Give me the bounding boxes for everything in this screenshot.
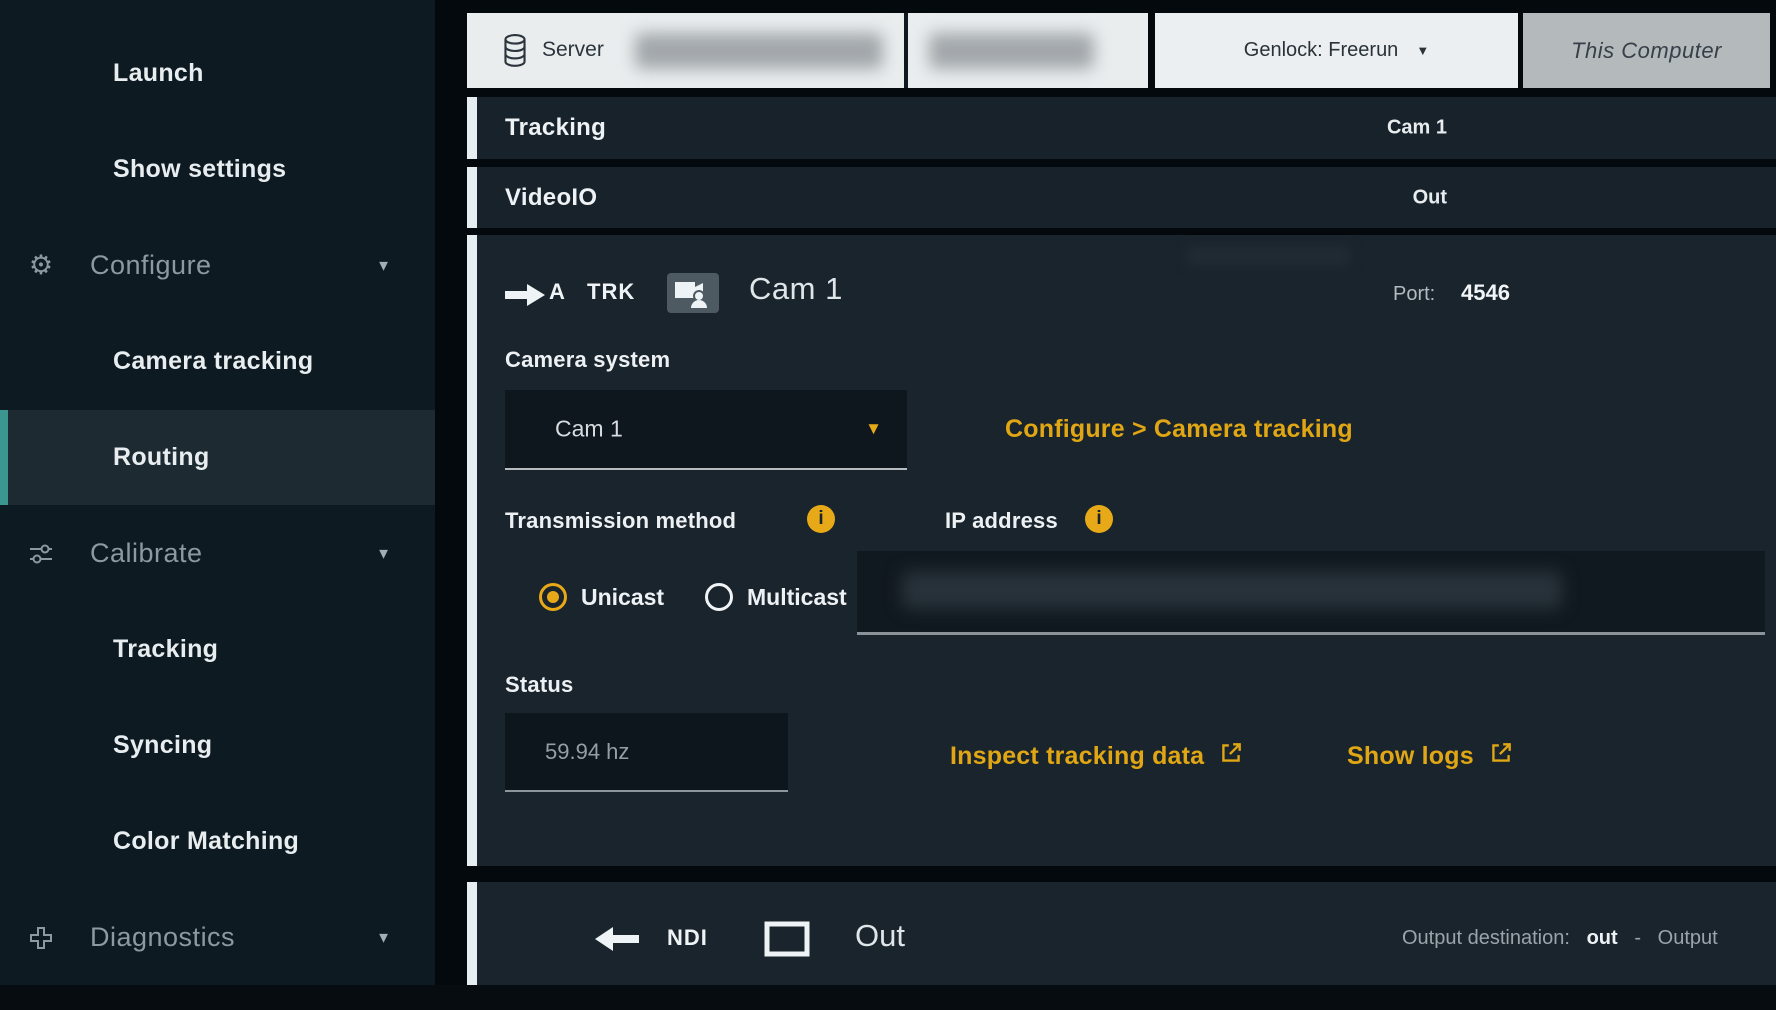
external-link-icon: [1218, 740, 1244, 773]
sidebar-item-syncing[interactable]: Syncing: [0, 698, 435, 793]
server-database-icon: [502, 33, 528, 74]
sidebar-group-calibrate[interactable]: Calibrate ▼: [0, 506, 435, 601]
device-name: Cam 1: [749, 271, 843, 307]
output-destination: Output destination: out - Output: [1402, 927, 1718, 950]
routing-row-tracking[interactable]: Tracking Cam 1: [467, 97, 1776, 159]
redacted-ip-address: [902, 571, 1562, 609]
monitor-icon: [763, 920, 811, 963]
sidebar-item-label: Camera tracking: [0, 347, 313, 376]
ndi-output-panel: NDI Out Output destination: out - Output: [467, 882, 1776, 985]
transmission-method-label: Transmission method: [505, 508, 736, 534]
info-glyph: i: [1096, 508, 1101, 530]
active-indicator-bar: [0, 410, 8, 505]
camera-system-select[interactable]: Cam 1 ▼: [505, 390, 907, 470]
sidebar-item-camera-tracking[interactable]: Camera tracking: [0, 314, 435, 409]
sidebar-item-label: Syncing: [0, 731, 212, 760]
row-label: Tracking: [505, 114, 606, 142]
chevron-down-icon: ▼: [376, 545, 391, 562]
output-name: Out: [855, 918, 905, 954]
output-destination-value: out: [1587, 927, 1618, 949]
link-label: Inspect tracking data: [950, 742, 1204, 771]
sidebar-item-show-settings[interactable]: Show settings: [0, 122, 435, 217]
row-value: Out: [1413, 186, 1447, 209]
sidebar-item-tracking[interactable]: Tracking: [0, 602, 435, 697]
row-value: Cam 1: [1387, 117, 1447, 140]
camera-system-value: Cam 1: [555, 416, 623, 443]
sidebar-group-configure[interactable]: ⚙ Configure ▼: [0, 218, 435, 313]
ip-address-label: IP address: [945, 508, 1058, 534]
row-label: VideoIO: [505, 184, 597, 212]
multicast-label[interactable]: Multicast: [747, 584, 847, 611]
server-section[interactable]: Server: [467, 13, 1148, 88]
link-label: Configure > Camera tracking: [1005, 415, 1353, 444]
sidebar-group-diagnostics[interactable]: Diagnostics ▼: [0, 890, 435, 985]
ip-address-input[interactable]: [857, 551, 1765, 635]
inspect-tracking-data-link[interactable]: Inspect tracking data: [950, 740, 1244, 773]
arrow-right-icon: [505, 283, 545, 312]
separator: -: [1634, 927, 1641, 949]
info-glyph: i: [818, 508, 823, 530]
video-camera-icon: [667, 273, 719, 313]
sidebar-item-label: Color Matching: [0, 827, 299, 856]
status-value: 59.94 hz: [545, 739, 629, 765]
health-cross-icon: [26, 923, 56, 953]
configure-camera-tracking-link[interactable]: Configure > Camera tracking: [1005, 415, 1353, 444]
external-link-icon: [1488, 740, 1514, 773]
unicast-radio[interactable]: [539, 583, 567, 611]
server-bar: Server Genlock: Freerun ▼ This Computer: [467, 13, 1776, 88]
output-trailing: Output: [1658, 927, 1718, 949]
sidebar-item-routing[interactable]: Routing: [0, 410, 435, 505]
this-computer-tab[interactable]: This Computer: [1523, 13, 1770, 88]
camera-system-label: Camera system: [505, 347, 670, 373]
status-display: 59.94 hz: [505, 713, 788, 792]
sliders-icon: [26, 539, 56, 569]
sidebar-item-label: Routing: [0, 443, 210, 472]
bottom-band: [0, 985, 1776, 1010]
sidebar-item-label: Show settings: [0, 155, 286, 184]
sidebar-item-color-matching[interactable]: Color Matching: [0, 794, 435, 889]
port-value: 4546: [1461, 280, 1510, 306]
trk-badge: TRK: [587, 279, 635, 305]
redacted-server-ip: [929, 33, 1094, 69]
gear-icon: ⚙: [26, 251, 56, 281]
sidebar-item-label: Launch: [0, 59, 204, 88]
app-window: Launch Show settings ⚙ Configure ▼ Camer…: [0, 0, 1776, 1010]
genlock-dropdown[interactable]: Genlock: Freerun ▼: [1155, 13, 1518, 88]
server-bar-divider: [904, 13, 908, 88]
info-icon[interactable]: i: [1085, 505, 1113, 533]
multicast-radio[interactable]: [705, 583, 733, 611]
sidebar-item-launch[interactable]: Launch: [0, 26, 435, 121]
output-destination-label: Output destination:: [1402, 927, 1570, 949]
chevron-down-icon: ▼: [865, 419, 882, 439]
link-label: Show logs: [1347, 742, 1474, 771]
unicast-label[interactable]: Unicast: [581, 584, 664, 611]
this-computer-label: This Computer: [1523, 13, 1770, 88]
sidebar-item-label: Tracking: [0, 635, 218, 664]
status-label: Status: [505, 672, 573, 698]
chevron-down-icon: ▼: [376, 257, 391, 274]
chevron-down-icon: ▼: [1416, 43, 1429, 58]
ndi-badge: NDI: [667, 925, 708, 951]
direction-letter: A: [549, 279, 565, 305]
show-logs-link[interactable]: Show logs: [1347, 740, 1514, 773]
sidebar: Launch Show settings ⚙ Configure ▼ Camer…: [0, 0, 435, 985]
server-label: Server: [542, 38, 604, 62]
info-icon[interactable]: i: [807, 505, 835, 533]
port-label: Port:: [1393, 283, 1435, 306]
arrow-left-icon: [595, 926, 639, 957]
redacted-patch: [1187, 247, 1350, 265]
routing-row-videoio[interactable]: VideoIO Out: [467, 167, 1776, 228]
genlock-label: Genlock: Freerun: [1244, 39, 1399, 62]
redacted-server-name: [635, 33, 883, 69]
tracking-panel: A TRK Cam 1 Port: 4546 Camera system Cam…: [467, 235, 1776, 866]
chevron-down-icon: ▼: [376, 929, 391, 946]
